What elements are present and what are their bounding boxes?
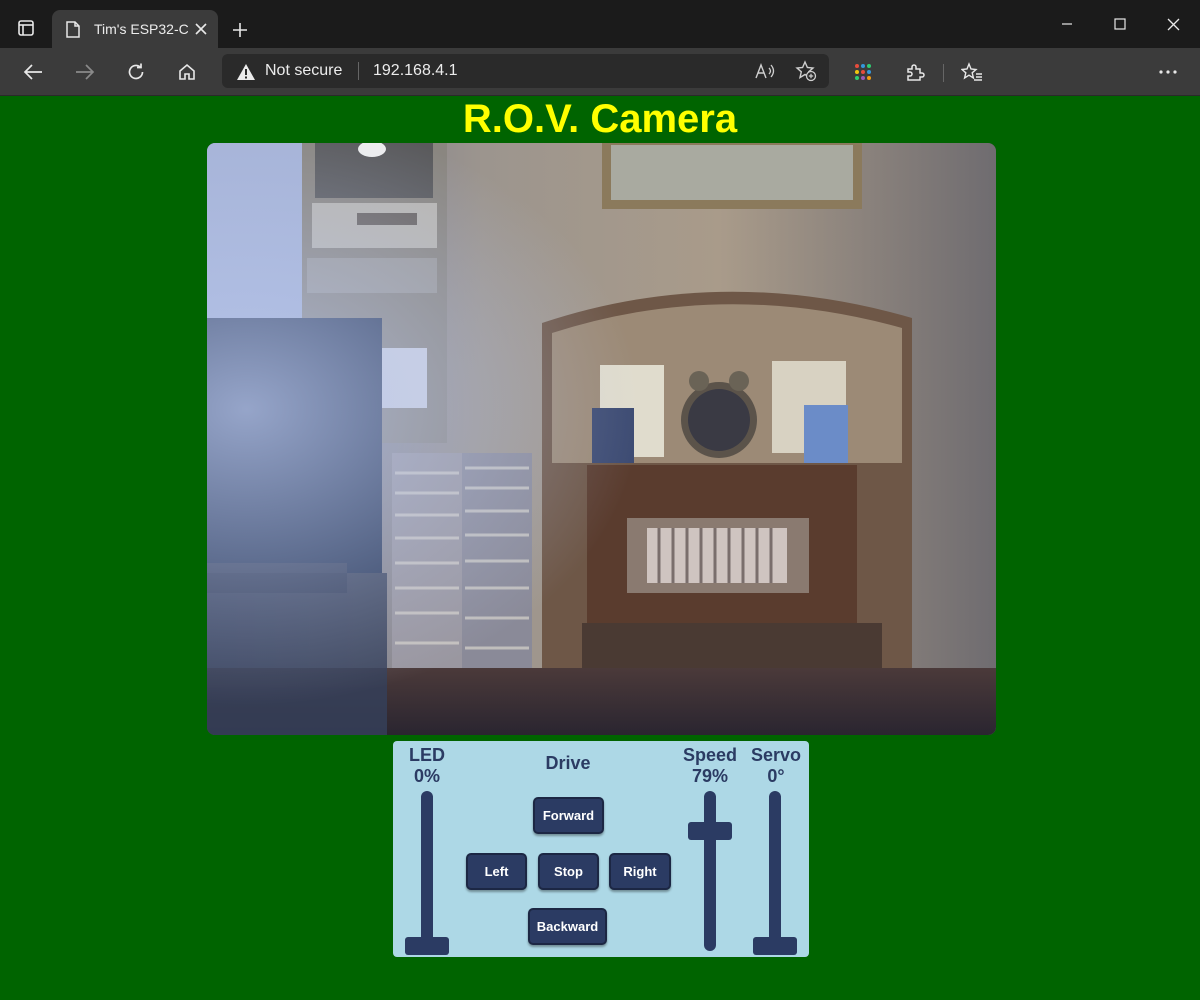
speed-slider-thumb[interactable] <box>688 821 732 840</box>
control-panel: LED 0% Drive Forward Left Stop Right Bac… <box>393 741 809 957</box>
led-value: 0% <box>413 766 440 786</box>
servo-label-group: Servo 0° <box>743 745 809 787</box>
servo-slider-thumb[interactable] <box>753 937 797 955</box>
right-button[interactable]: Right <box>609 853 671 890</box>
browser-tab-strip: Tim's ESP32-C <box>0 0 1200 48</box>
servo-label: Servo <box>750 745 802 765</box>
address-bar[interactable]: Not secure 192.168.4.1 <box>222 54 829 88</box>
extensions-icon[interactable] <box>900 57 930 87</box>
more-options-icon[interactable] <box>1153 57 1183 87</box>
speed-slider-track[interactable] <box>704 791 716 951</box>
close-tab-icon[interactable] <box>190 18 212 40</box>
servo-value: 0° <box>767 766 785 786</box>
toolbar-separator <box>943 64 944 82</box>
browser-toolbar: Not secure 192.168.4.1 <box>0 48 1200 96</box>
left-button[interactable]: Left <box>466 853 527 890</box>
servo-slider[interactable] <box>745 791 805 955</box>
camera-image <box>207 143 996 735</box>
led-label-group: LED 0% <box>395 745 459 787</box>
extension-grid-icon[interactable] <box>848 57 878 87</box>
forward-icon[interactable] <box>70 57 100 87</box>
speed-label-group: Speed 79% <box>677 745 743 787</box>
led-label: LED <box>409 745 445 765</box>
address-separator <box>358 62 359 80</box>
speed-value: 79% <box>691 766 729 786</box>
read-aloud-icon[interactable] <box>753 59 777 83</box>
drive-title: Drive <box>545 753 591 773</box>
led-slider[interactable] <box>397 791 457 955</box>
home-icon[interactable] <box>172 57 202 87</box>
camera-stream <box>207 143 996 735</box>
add-favorite-icon[interactable] <box>794 59 818 83</box>
warning-icon[interactable] <box>236 63 256 86</box>
speed-slider[interactable] <box>680 791 740 954</box>
servo-slider-track[interactable] <box>769 791 781 951</box>
backward-button[interactable]: Backward <box>528 908 607 945</box>
favorites-icon[interactable] <box>957 57 987 87</box>
active-tab[interactable]: Tim's ESP32-C <box>52 10 218 48</box>
minimize-icon[interactable] <box>1040 0 1094 48</box>
refresh-icon[interactable] <box>121 57 151 87</box>
led-slider-track[interactable] <box>421 791 433 951</box>
close-window-icon[interactable] <box>1146 0 1200 48</box>
not-secure-label[interactable]: Not secure <box>265 62 342 80</box>
new-tab-icon[interactable] <box>226 16 254 44</box>
maximize-icon[interactable] <box>1093 0 1147 48</box>
tab-title: Tim's ESP32-C <box>94 21 188 37</box>
page-title: R.O.V. Camera <box>462 97 738 141</box>
led-slider-thumb[interactable] <box>405 937 449 955</box>
forward-button[interactable]: Forward <box>533 797 604 834</box>
speed-label: Speed <box>682 745 738 765</box>
tab-actions-icon[interactable] <box>12 14 40 42</box>
page-icon <box>66 21 80 43</box>
stop-button[interactable]: Stop <box>538 853 599 890</box>
url-text[interactable]: 192.168.4.1 <box>373 62 458 80</box>
back-icon[interactable] <box>18 57 48 87</box>
